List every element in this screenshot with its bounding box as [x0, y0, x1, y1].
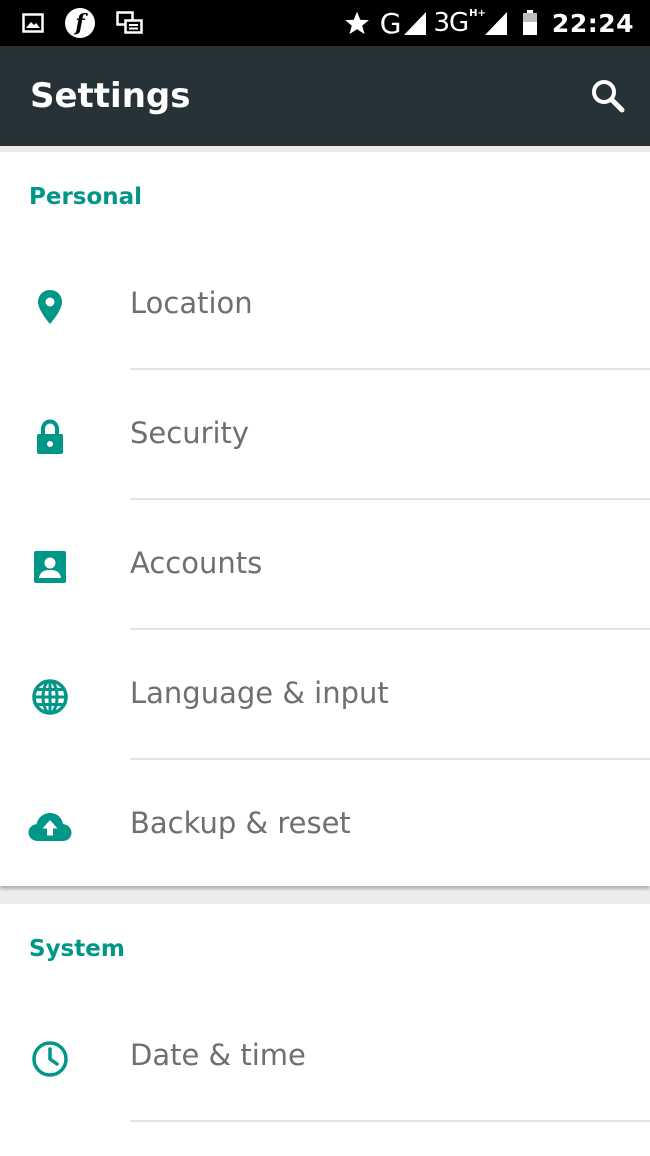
status-clock: 22:24	[551, 8, 634, 38]
globe-icon	[30, 677, 70, 717]
settings-item-backup[interactable]: Backup & reset	[0, 760, 650, 890]
settings-item-accounts[interactable]: Accounts	[0, 500, 650, 630]
settings-item-language[interactable]: Language & input	[0, 630, 650, 760]
settings-item-security[interactable]: Security	[0, 370, 650, 500]
settings-item-date-time[interactable]: Date & time	[0, 992, 650, 1122]
settings-item-label: Accounts	[130, 546, 263, 580]
location-pin-icon	[30, 287, 70, 327]
status-bar: f G 3G H+ 22:24	[0, 0, 650, 46]
network-type-hplus: H+	[469, 7, 486, 19]
network-type-3g: 3G	[433, 8, 469, 38]
section-header-personal: Personal	[29, 184, 143, 210]
search-button[interactable]	[588, 76, 628, 116]
settings-item-label: Language & input	[130, 676, 389, 710]
system-section: System Date & time	[0, 904, 650, 1156]
battery-icon	[522, 10, 538, 36]
flipkart-icon: f	[64, 7, 96, 39]
signal-icon	[403, 10, 427, 36]
network-type-g: G	[379, 6, 402, 40]
signal-3g-icon	[484, 10, 508, 36]
settings-item-label: Security	[130, 416, 250, 450]
divider	[130, 1120, 650, 1122]
settings-item-label: Location	[130, 286, 253, 320]
settings-item-label: Backup & reset	[130, 806, 351, 840]
personal-section: Personal Location Security Accounts Lang…	[0, 152, 650, 886]
settings-item-location[interactable]: Location	[0, 240, 650, 370]
app-bar: Settings	[0, 46, 650, 146]
cloud-upload-icon	[27, 807, 73, 847]
lock-icon	[30, 417, 70, 457]
account-box-icon	[30, 547, 70, 587]
section-header-system: System	[29, 936, 125, 962]
gallery-icon	[22, 13, 44, 33]
clock-icon	[30, 1039, 70, 1079]
page-title: Settings	[30, 76, 191, 116]
star-icon	[344, 10, 370, 36]
screen-mirror-icon	[116, 11, 144, 35]
search-icon	[588, 80, 628, 120]
settings-item-label: Date & time	[130, 1038, 306, 1072]
